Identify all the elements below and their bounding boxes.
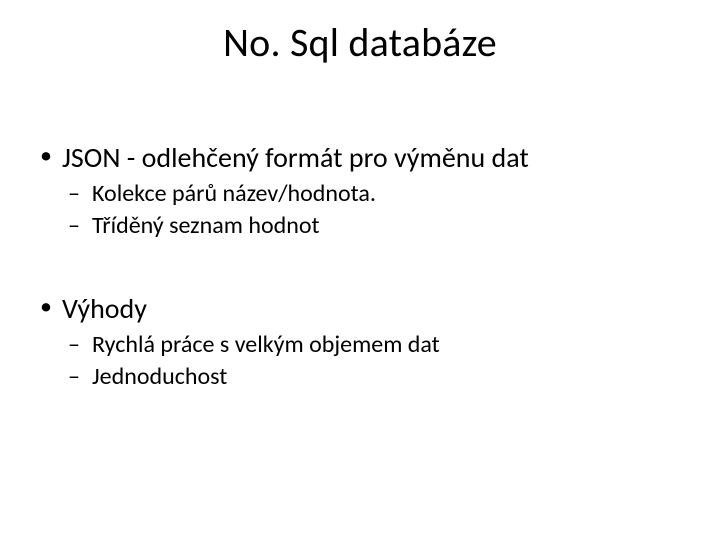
sub-bullet-item: Rychlá práce s velkým objemem dat xyxy=(62,330,684,360)
sub-bullet-text: Rychlá práce s velkým objemem dat xyxy=(92,330,440,359)
sub-bullet-item: Tříděný seznam hodnot xyxy=(62,211,684,241)
slide: No. Sql databáze JSON - odlehčený formát… xyxy=(0,0,720,540)
sub-bullet-list: Rychlá práce s velkým objemem dat Jednod… xyxy=(62,330,684,392)
sub-bullet-text: Tříděný seznam hodnot xyxy=(92,211,320,240)
sub-bullet-text: Jednoduchost xyxy=(92,362,227,391)
spacer xyxy=(36,247,684,291)
bullet-list: JSON - odlehčený formát pro výměnu dat K… xyxy=(36,140,684,241)
bullet-item: JSON - odlehčený formát pro výměnu dat K… xyxy=(36,140,684,241)
sub-bullet-item: Kolekce párů název/hodnota. xyxy=(62,179,684,209)
sub-bullet-text: Kolekce párů název/hodnota. xyxy=(92,179,376,208)
bullet-text: JSON - odlehčený formát pro výměnu dat xyxy=(62,140,529,175)
slide-title: No. Sql databáze xyxy=(0,18,720,67)
sub-bullet-item: Jednoduchost xyxy=(62,362,684,392)
bullet-text: Výhody xyxy=(62,291,147,326)
bullet-item: Výhody Rychlá práce s velkým objemem dat… xyxy=(36,291,684,392)
slide-body: JSON - odlehčený formát pro výměnu dat K… xyxy=(36,140,684,398)
sub-bullet-list: Kolekce párů název/hodnota. Tříděný sezn… xyxy=(62,179,684,241)
bullet-list: Výhody Rychlá práce s velkým objemem dat… xyxy=(36,291,684,392)
